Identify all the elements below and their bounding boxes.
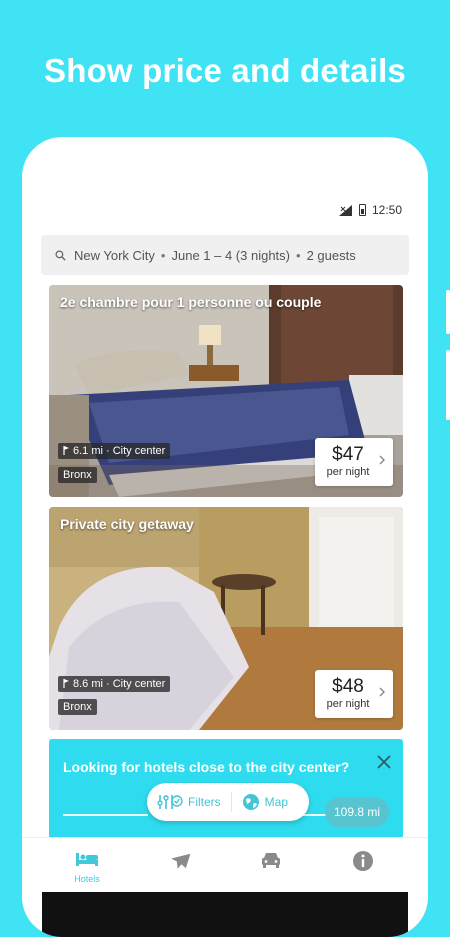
price-amount: $47 (332, 444, 364, 465)
price-amount: $48 (332, 676, 364, 697)
borough-chip: Bronx (58, 467, 97, 483)
status-time: 12:50 (371, 203, 402, 217)
listing-card[interactable]: 2e chambre pour 1 personne ou couple 6.1… (49, 285, 403, 497)
borough-chip: Bronx (58, 699, 97, 715)
search-city: New York City (74, 247, 155, 263)
tab-info[interactable] (343, 850, 383, 877)
tab-cars[interactable] (251, 850, 291, 875)
search-separator: • (160, 247, 166, 263)
price-box[interactable]: $47 per night (315, 438, 393, 486)
tab-hotels[interactable]: Hotels (67, 850, 107, 884)
price-per: per night (326, 698, 370, 710)
distance-chip: 8.6 mi · City center (58, 676, 171, 692)
tab-flights[interactable] (160, 850, 200, 877)
status-bar: 12:50 (338, 203, 402, 217)
search-bar[interactable]: New York City • June 1 – 4 (3 nights) • … (41, 235, 409, 275)
battery-icon (358, 204, 366, 216)
chevron-right-icon (379, 455, 385, 465)
phone-side-button (446, 290, 450, 334)
filters-icon (157, 795, 183, 809)
listing-card[interactable]: Private city getaway 8.6 mi · City cente… (49, 507, 403, 730)
bed-icon (76, 853, 98, 866)
flag-icon (63, 679, 69, 688)
car-icon (262, 853, 280, 868)
distance-text: 8.6 mi · City center (73, 678, 166, 690)
bottom-tab-bar: Hotels (22, 837, 428, 894)
promo-text: Looking for hotels close to the city cen… (63, 759, 350, 775)
signal-icon (338, 204, 353, 216)
phone-frame: 12:50 New York City • June 1 – 4 (3 nigh… (22, 137, 428, 937)
info-icon (353, 851, 373, 871)
tab-label: Hotels (74, 874, 100, 884)
close-icon[interactable] (377, 755, 391, 769)
system-nav-bar (42, 892, 408, 937)
filters-map-bar: Filters Map (147, 783, 309, 821)
price-box[interactable]: $48 per night (315, 670, 393, 718)
distance-badge: 109.8 mi (325, 797, 389, 827)
search-guests: 2 guests (306, 247, 356, 263)
search-icon (55, 249, 66, 261)
listing-title: Private city getaway (60, 516, 194, 532)
filters-button[interactable]: Filters (147, 793, 231, 811)
globe-icon (242, 794, 259, 810)
search-separator: • (296, 247, 301, 263)
distance-chip: 6.1 mi · City center (58, 443, 171, 459)
page-headline: Show price and details (44, 52, 406, 89)
price-per: per night (326, 466, 370, 478)
search-dates: June 1 – 4 (3 nights) (171, 247, 291, 263)
listing-title: 2e chambre pour 1 personne ou couple (60, 294, 322, 310)
map-button[interactable]: Map (232, 793, 298, 811)
phone-side-button (446, 350, 450, 420)
distance-text: 6.1 mi · City center (73, 445, 166, 457)
flag-icon (63, 446, 69, 455)
airplane-icon (171, 853, 191, 869)
chevron-right-icon (379, 687, 385, 697)
filters-label: Filters (188, 795, 221, 809)
map-label: Map (264, 795, 289, 809)
promo-slider-track (63, 814, 148, 816)
